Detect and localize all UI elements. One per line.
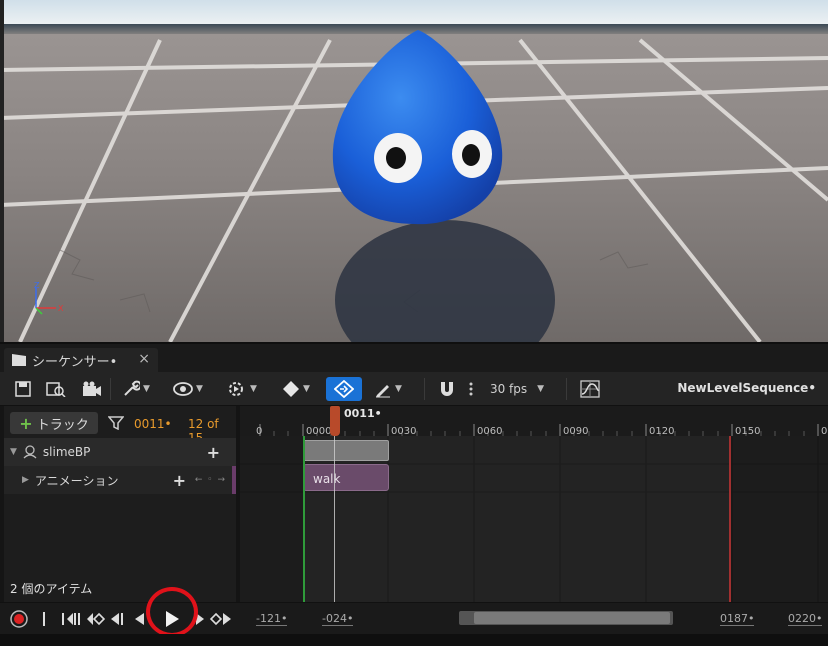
playback-end-marker[interactable] bbox=[729, 436, 731, 602]
filter-icon[interactable] bbox=[108, 416, 124, 430]
svg-text:Z: Z bbox=[34, 282, 40, 290]
edit-pencil-dropdown[interactable]: ▼ bbox=[368, 377, 408, 401]
view-start-field[interactable]: -121• bbox=[256, 612, 288, 626]
playback-end-field[interactable]: 0187• bbox=[720, 612, 755, 626]
step-back-icon bbox=[62, 613, 80, 625]
play-button[interactable] bbox=[160, 608, 184, 630]
expand-arrow-icon[interactable]: ▼ bbox=[10, 447, 17, 457]
viewport-left-border bbox=[0, 0, 4, 342]
playback-start-field[interactable]: -024• bbox=[322, 612, 354, 626]
collapse-arrow-icon[interactable]: ▶ bbox=[22, 475, 29, 485]
step-back-frame-icon bbox=[111, 613, 123, 625]
curve-editor-button[interactable] bbox=[578, 377, 602, 401]
save-icon[interactable] bbox=[12, 377, 34, 401]
timeline-scrollbar-thumb[interactable] bbox=[474, 612, 670, 624]
jump-to-start-button[interactable] bbox=[40, 608, 54, 630]
camera-icon[interactable] bbox=[80, 377, 104, 401]
timeline-area[interactable]: 0 0000 0030 0060 0090 0120 0150 0 walk 0… bbox=[240, 406, 828, 602]
item-count-label: 2 個のアイテム bbox=[10, 582, 93, 596]
step-forward-icon bbox=[196, 613, 204, 625]
autokey-icon bbox=[334, 380, 354, 398]
tab-sequencer[interactable]: シーケンサー• × bbox=[4, 348, 158, 372]
key-navigation-icons[interactable]: ← ◦ → bbox=[195, 475, 226, 485]
track-row-animation[interactable]: ▶ アニメーション + ← ◦ → bbox=[4, 466, 236, 494]
clip-label: walk bbox=[313, 472, 341, 486]
browse-icon[interactable] bbox=[44, 377, 68, 401]
play-reverse-icon bbox=[135, 613, 144, 625]
add-track-button[interactable]: + トラック bbox=[10, 412, 98, 434]
transport-bar: -121• -024• 0187• 0220• bbox=[0, 602, 828, 634]
slime-shadow bbox=[335, 220, 555, 342]
frame-rate-label: 30 fps bbox=[489, 382, 528, 396]
sequence-name[interactable]: NewLevelSequence• bbox=[677, 381, 816, 395]
diamond-key-icon bbox=[283, 381, 300, 397]
toolbar-separator bbox=[566, 378, 567, 400]
record-button[interactable] bbox=[8, 608, 30, 630]
step-forward-button[interactable] bbox=[192, 608, 208, 630]
key-diamond-dropdown[interactable]: ▼ bbox=[276, 377, 316, 401]
playhead-line bbox=[334, 426, 335, 602]
auto-key-toggle[interactable] bbox=[326, 377, 362, 401]
clapperboard-icon bbox=[12, 354, 26, 366]
next-key-button[interactable] bbox=[208, 608, 234, 630]
actor-section-bar[interactable] bbox=[303, 440, 389, 461]
slime-character bbox=[332, 30, 503, 225]
add-animation-button[interactable]: + bbox=[173, 471, 186, 490]
track-label: アニメーション bbox=[34, 473, 119, 488]
view-end-field[interactable]: 0220• bbox=[788, 612, 823, 626]
close-icon[interactable]: × bbox=[138, 351, 150, 367]
track-row-slimebp[interactable]: ▼ slimeBP + bbox=[4, 438, 236, 466]
snap-magnet-toggle[interactable] bbox=[436, 377, 458, 401]
sequencer-toolbar: ▼ ▼ ▼ ▼ ▼ 30 fps ▼ NewLevelSequence• bbox=[0, 372, 828, 406]
play-icon bbox=[166, 611, 179, 627]
record-icon bbox=[10, 610, 28, 628]
frame-rate-dropdown[interactable]: 30 fps ▼ bbox=[484, 377, 550, 401]
play-reverse-button[interactable] bbox=[132, 608, 146, 630]
time-ruler[interactable]: 0 0000 0030 0060 0090 0120 0150 0 bbox=[240, 406, 828, 437]
outliner-header: + トラック 0011• 12 of 15 bbox=[4, 408, 236, 445]
curve-editor-icon bbox=[580, 380, 600, 398]
previous-key-button[interactable] bbox=[84, 608, 106, 630]
tab-title: シーケンサー• bbox=[32, 354, 118, 370]
axis-gizmo-icon: Z X bbox=[34, 282, 64, 315]
toolbar-separator bbox=[110, 378, 111, 400]
step-back-button[interactable] bbox=[108, 608, 126, 630]
wrench-icon bbox=[124, 380, 141, 396]
eye-icon bbox=[173, 382, 193, 396]
pencil-icon bbox=[376, 385, 391, 398]
floor-grid-lines bbox=[0, 30, 828, 342]
animation-clip[interactable]: walk bbox=[303, 464, 389, 491]
playhead-handle[interactable] bbox=[330, 406, 340, 436]
gear-play-icon bbox=[229, 382, 244, 396]
more-options-icon[interactable] bbox=[466, 377, 476, 401]
track-label: slimeBP bbox=[42, 445, 91, 459]
magnet-icon bbox=[441, 382, 453, 396]
actor-icon bbox=[23, 445, 37, 459]
bottom-panel-strip bbox=[0, 634, 828, 646]
add-track-label: トラック bbox=[36, 417, 89, 433]
add-subtrack-button[interactable]: + bbox=[207, 443, 220, 462]
playback-start-marker[interactable] bbox=[303, 436, 305, 602]
toolbar-separator bbox=[424, 378, 425, 400]
tools-wrench-dropdown[interactable]: ▼ bbox=[118, 377, 154, 401]
current-frame-field[interactable]: 0011• bbox=[134, 417, 172, 431]
next-key-icon bbox=[209, 612, 231, 626]
playhead-frame-label: 0011• bbox=[344, 407, 382, 420]
level-viewport[interactable]: Z X bbox=[0, 0, 828, 342]
view-eye-dropdown[interactable]: ▼ bbox=[168, 377, 208, 401]
jump-start-icon bbox=[43, 612, 45, 626]
playback-options-dropdown[interactable]: ▼ bbox=[222, 377, 262, 401]
svg-text:X: X bbox=[58, 304, 64, 313]
plus-icon: + bbox=[19, 413, 33, 433]
track-outliner: + トラック 0011• 12 of 15 ▼ slimeBP + ▶ アニメー… bbox=[4, 406, 236, 602]
previous-frame-button[interactable] bbox=[58, 608, 82, 630]
panel-tab-bar: シーケンサー• × bbox=[0, 342, 828, 372]
prev-key-icon bbox=[87, 612, 105, 626]
